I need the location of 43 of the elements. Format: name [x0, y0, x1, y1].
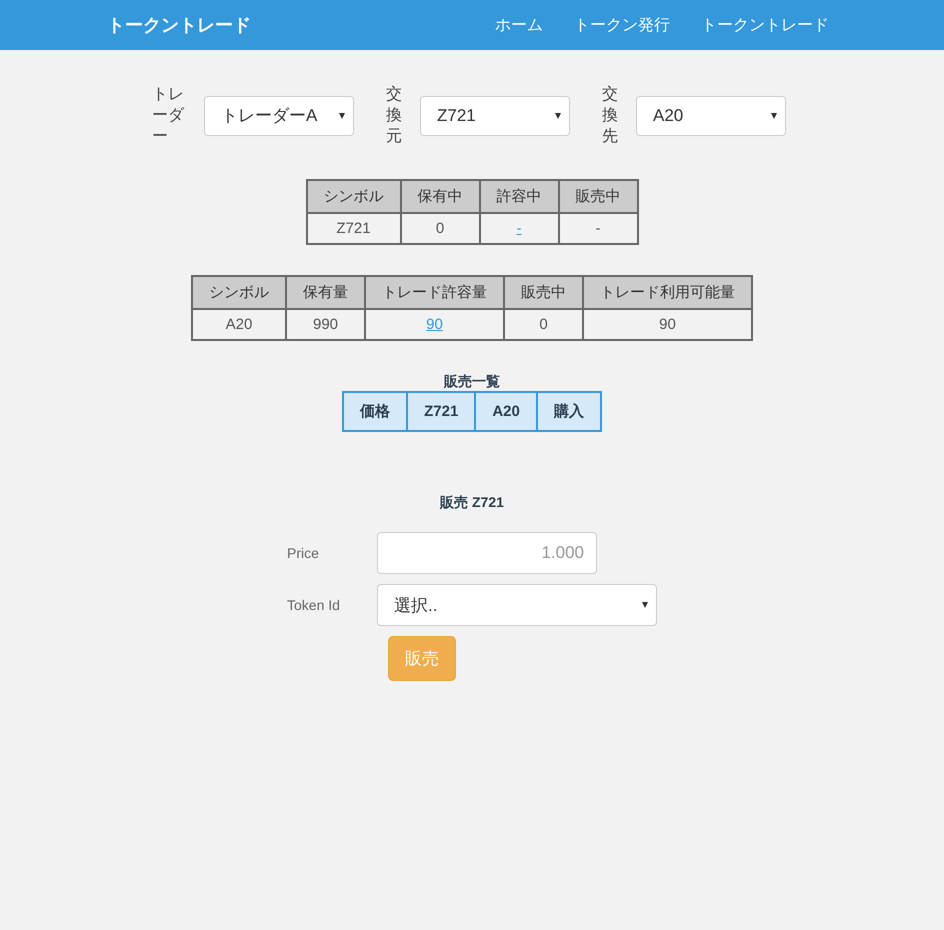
selector-label: 交換元: [386, 84, 402, 147]
column-header: 価格: [343, 392, 408, 431]
token-dropdown[interactable]: 選択..: [377, 584, 657, 626]
section-title: 販売 Z721: [438, 494, 505, 512]
cell-text: 90: [659, 316, 676, 333]
column-header: トレード許容量: [365, 276, 504, 309]
cell-text: Z721: [336, 220, 371, 237]
column-header: 許容中: [480, 180, 558, 213]
column-header: トレード利用可能量: [583, 276, 752, 309]
caret-icon: [642, 602, 648, 608]
column-header: シンボル: [306, 180, 400, 213]
section-title: 販売一覧: [442, 373, 501, 391]
column-header: 保有量: [286, 276, 365, 309]
column-header: 販売中: [558, 180, 638, 213]
sell-button[interactable]: 販売: [388, 636, 456, 681]
nav-link[interactable]: ホーム: [495, 14, 543, 36]
cell-text: 0: [539, 316, 548, 333]
brand-link[interactable]: トークントレード: [107, 13, 251, 37]
selector-label: トレーダー: [152, 85, 186, 147]
column-header: 販売中: [504, 276, 583, 309]
dropdown[interactable]: Z721: [420, 96, 570, 136]
cell-text: 0: [436, 220, 444, 237]
caret-icon: [555, 112, 561, 118]
caret-icon: [339, 112, 345, 118]
cell-text: A20: [226, 316, 252, 333]
dropdown[interactable]: トレーダーA: [204, 96, 354, 136]
cell-link[interactable]: -: [516, 220, 522, 237]
column-header: A20: [475, 392, 537, 431]
nav-link[interactable]: トークントレード: [701, 14, 829, 36]
price-field[interactable]: 1.000: [377, 532, 597, 574]
column-header: シンボル: [192, 276, 286, 309]
caret-icon: [771, 112, 777, 118]
cell-text: 990: [312, 316, 338, 333]
cell-link[interactable]: 90: [426, 316, 443, 333]
column-header: Z721: [407, 392, 476, 431]
nav-link[interactable]: トークン発行: [574, 14, 670, 36]
cell-text: -: [596, 220, 600, 237]
column-header: 保有中: [400, 180, 480, 213]
dropdown[interactable]: A20: [636, 96, 786, 136]
selector-label: 交換先: [602, 84, 618, 147]
column-header: 購入: [536, 392, 601, 431]
field-label: Token Id: [287, 597, 341, 613]
field-label: Price: [287, 545, 320, 561]
